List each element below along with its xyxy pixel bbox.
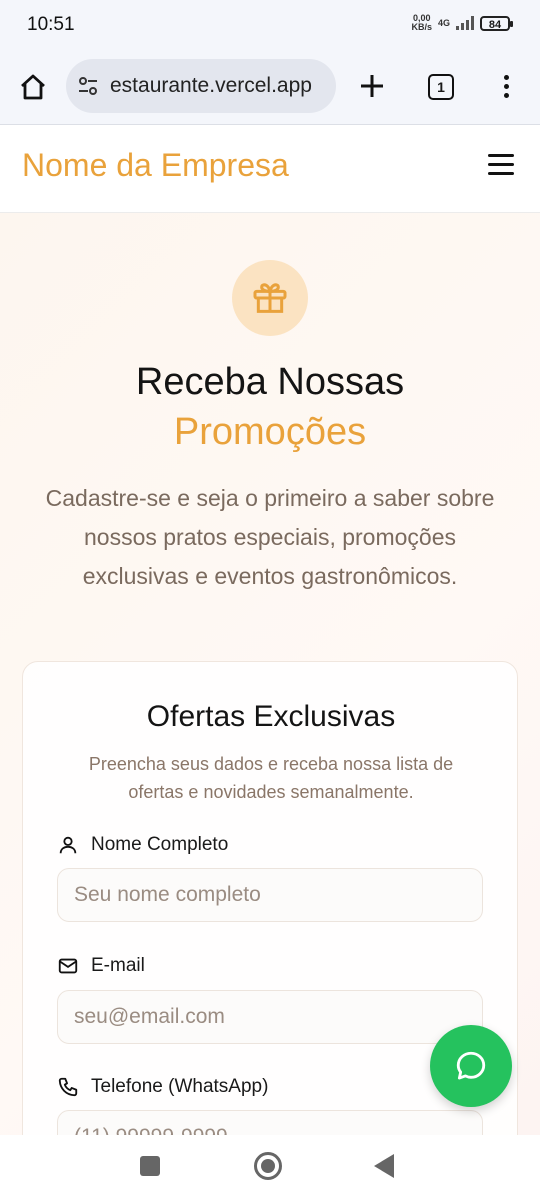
- email-input[interactable]: [57, 990, 483, 1044]
- new-tab-button[interactable]: [356, 70, 388, 102]
- net-speed: 0,00 KB/s: [411, 13, 432, 32]
- tab-switcher-button[interactable]: 1: [428, 74, 454, 100]
- phone-input[interactable]: [57, 1110, 483, 1135]
- phone-field-label: Telefone (WhatsApp): [57, 1076, 268, 1098]
- gift-icon: [253, 283, 287, 313]
- mail-icon: [58, 958, 78, 974]
- gift-badge: [232, 260, 308, 336]
- home-icon: [21, 74, 45, 100]
- brand-logo[interactable]: Nome da Empresa: [22, 147, 289, 184]
- name-field-label: Nome Completo: [57, 834, 228, 856]
- signal-icon: [456, 16, 474, 30]
- system-home-button[interactable]: [254, 1152, 282, 1180]
- plus-icon: [361, 75, 383, 97]
- url-text[interactable]: estaurante.vercel.app: [110, 74, 334, 98]
- recent-apps-button[interactable]: [140, 1156, 160, 1176]
- name-input[interactable]: [57, 868, 483, 922]
- browser-toolbar: estaurante.vercel.app 1: [0, 50, 540, 125]
- phone-icon: [58, 1077, 78, 1097]
- back-button[interactable]: [374, 1154, 394, 1178]
- status-bar: 10:51 0,00 KB/s 4G 84: [0, 0, 540, 50]
- network-type: 4G: [437, 17, 450, 28]
- browser-home-button[interactable]: [18, 72, 48, 102]
- hero-title-accent: Promoções: [173, 411, 367, 453]
- hero-description: Cadastre-se e seja o primeiro a saber so…: [45, 485, 495, 589]
- chat-bubble-icon: [456, 1051, 486, 1080]
- hero-title: Receba Nossas: [135, 361, 405, 403]
- battery-icon: 84: [480, 15, 513, 31]
- card-subtitle: Preencha seus dados e receba nossa lista…: [88, 754, 454, 802]
- status-indicators: 0,00 KB/s 4G 84: [411, 13, 513, 32]
- whatsapp-button[interactable]: [430, 1025, 512, 1107]
- site-header: Nome da Empresa: [0, 125, 540, 213]
- system-nav-bar: [0, 1135, 540, 1200]
- main-content: Receba Nossas Promoções Cadastre-se e se…: [0, 213, 540, 1135]
- address-bar[interactable]: estaurante.vercel.app: [66, 59, 336, 113]
- site-settings-icon[interactable]: [78, 76, 98, 96]
- user-icon: [59, 836, 77, 854]
- browser-menu-button[interactable]: [498, 72, 514, 102]
- hamburger-menu-icon[interactable]: [488, 154, 514, 176]
- status-time: 10:51: [27, 14, 75, 35]
- card-title: Ofertas Exclusivas: [146, 700, 396, 733]
- email-field-label: E-mail: [57, 955, 145, 977]
